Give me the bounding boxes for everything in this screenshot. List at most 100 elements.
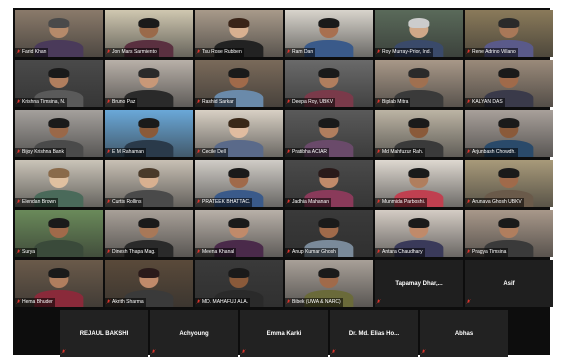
participant-tile[interactable]: Meena Khanal — [195, 210, 283, 257]
participant-tile[interactable]: Arunava Ghosh UBKV — [465, 160, 553, 207]
participant-tile[interactable]: Bibek (UWA & NARC) — [285, 260, 373, 307]
participant-name: Dinesh Thapa Mag. — [112, 249, 156, 255]
participant-name: Rashid Sarkar — [202, 99, 234, 105]
participant-tile[interactable]: Rene Adrino Villano — [465, 10, 553, 57]
participant-name-label: Deepa Roy, UBKV — [285, 98, 336, 107]
participant-tile[interactable]: Deepa Roy, UBKV — [285, 60, 373, 107]
mic-muted-icon — [106, 249, 111, 254]
mic-muted-icon — [376, 49, 381, 54]
participant-tile[interactable]: Dr. Md. Elias Ho... — [330, 310, 418, 357]
mic-muted-icon — [286, 249, 291, 254]
participant-name: Pragya Timsina — [472, 249, 507, 255]
participant-name-label: Pragya Timsina — [465, 248, 509, 257]
mic-muted-icon — [376, 149, 381, 154]
mic-muted-icon — [61, 349, 66, 354]
participant-tile[interactable]: Tapamay Dhar,... — [375, 260, 463, 307]
participant-name: Elendan Brown — [22, 199, 56, 205]
participant-tile[interactable]: Bruno Paz — [105, 60, 193, 107]
participant-tile[interactable]: Bijoy Krishna Bank — [15, 110, 103, 157]
participant-name: Arunava Ghosh UBKV — [472, 199, 522, 205]
participant-name: Bruno Paz — [112, 99, 136, 105]
participant-tile[interactable]: Curtis Rollins — [105, 160, 193, 207]
participant-name-centered: Emma Karki — [266, 330, 302, 337]
participant-tile[interactable]: Antara Chaudhary — [375, 210, 463, 257]
participant-tile[interactable]: Krishna Timsina, N. — [15, 60, 103, 107]
participant-name-label: Munmida Parboshi. — [375, 198, 428, 207]
mic-muted-icon — [466, 149, 471, 154]
participant-name-label: Farid Khan — [15, 48, 49, 57]
participant-tile[interactable]: Ram Dan — [285, 10, 373, 57]
mic-muted-icon — [421, 349, 426, 354]
participant-tile[interactable]: Tsu Rose Rubben — [195, 10, 283, 57]
participant-tile[interactable]: Dinesh Thapa Mag. — [105, 210, 193, 257]
mic-muted-icon — [106, 149, 111, 154]
participant-name-label: Bijoy Krishna Bank — [15, 148, 66, 157]
participant-name: Cecile Dell — [202, 149, 226, 155]
participant-tile[interactable]: Hema Bhuder — [15, 260, 103, 307]
participant-name-label: Arjunbash Chowdh. — [465, 148, 518, 157]
participant-name: Curtis Rollins — [112, 199, 142, 205]
mic-status — [150, 348, 159, 357]
participant-tile[interactable]: Surya — [15, 210, 103, 257]
participant-tile[interactable]: Biplab Mitra — [375, 60, 463, 107]
participant-tile[interactable]: Munmida Parboshi. — [375, 160, 463, 207]
participant-name-label: Anup Kumar Ghosh — [285, 248, 338, 257]
mic-muted-icon — [241, 349, 246, 354]
participant-name: Surya — [22, 249, 36, 255]
participant-tile[interactable]: Elendan Brown — [15, 160, 103, 207]
participant-name-centered: Achyoung — [179, 330, 209, 337]
participant-tile[interactable]: Achyoung — [150, 310, 238, 357]
participant-tile[interactable]: Akrith Sharma — [105, 260, 193, 307]
participant-tile[interactable]: Jon Mars Sarmiento — [105, 10, 193, 57]
participant-tile[interactable]: Roy Murray-Prior, Ind. — [375, 10, 463, 57]
participant-name-centered: Abhas — [454, 330, 474, 337]
mic-muted-icon — [286, 149, 291, 154]
gallery-view: Farid Khan Jon Mars Sarmiento Tsu Rose Rub… — [13, 8, 553, 357]
participant-name-label: Cecile Dell — [195, 148, 228, 157]
mic-status — [420, 348, 429, 357]
participant-tile[interactable]: Cecile Dell — [195, 110, 283, 157]
mic-muted-icon — [286, 49, 291, 54]
participant-tile[interactable]: Arjunbash Chowdh. — [465, 110, 553, 157]
participant-name: Antara Chaudhary — [382, 249, 423, 255]
participant-tile[interactable]: Emma Karki — [240, 310, 328, 357]
participant-name-label: KALYAN DAS — [465, 98, 505, 107]
participant-tile[interactable]: Pragya Timsina — [465, 210, 553, 257]
participant-tile[interactable]: PRATEEK BHATTAC. — [195, 160, 283, 207]
mic-muted-icon — [466, 49, 471, 54]
participant-name-label: Bibek (UWA & NARC) — [285, 298, 343, 307]
participant-tile[interactable]: Jadhia Mahanan — [285, 160, 373, 207]
participant-tile[interactable]: Md Mahfuzur Rah. — [375, 110, 463, 157]
participant-name: Arjunbash Chowdh. — [472, 149, 516, 155]
participant-tile[interactable]: Asif — [465, 260, 553, 307]
participant-tile[interactable]: E M Rahaman — [105, 110, 193, 157]
participant-tile[interactable]: MD. MAHAFUJ ALA. — [195, 260, 283, 307]
participant-name: MD. MAHAFUJ ALA. — [202, 299, 249, 305]
mic-muted-icon — [196, 249, 201, 254]
mic-muted-icon — [286, 99, 291, 104]
mic-muted-icon — [466, 299, 471, 304]
participant-name-label: Rashid Sarkar — [195, 98, 236, 107]
participant-name-label: Hema Bhuder — [15, 298, 55, 307]
participant-tile[interactable]: Rashid Sarkar — [195, 60, 283, 107]
participant-name: Akrith Sharma — [112, 299, 144, 305]
participant-name-label: Ram Dan — [285, 48, 316, 57]
participant-tile[interactable]: KALYAN DAS — [465, 60, 553, 107]
participant-tile[interactable]: Pratibha ACIAR — [285, 110, 373, 157]
mic-muted-icon — [331, 349, 336, 354]
participant-name-label: Elendan Brown — [15, 198, 58, 207]
participant-name-label: PRATEEK BHATTAC. — [195, 198, 253, 207]
participant-name-label: Bruno Paz — [105, 98, 138, 107]
participant-name-label: Md Mahfuzur Rah. — [375, 148, 426, 157]
participant-tile[interactable]: REJAUL BAKSHI — [60, 310, 148, 357]
mic-muted-icon — [196, 99, 201, 104]
participant-tile[interactable]: Farid Khan — [15, 10, 103, 57]
participant-name-centered: REJAUL BAKSHI — [79, 330, 129, 337]
mic-muted-icon — [16, 299, 21, 304]
mic-status — [60, 348, 69, 357]
participant-name-label: Jon Mars Sarmiento — [105, 48, 159, 57]
mic-muted-icon — [376, 299, 381, 304]
participant-name-centered: Tapamay Dhar,... — [395, 280, 443, 287]
participant-tile[interactable]: Anup Kumar Ghosh — [285, 210, 373, 257]
participant-tile[interactable]: Abhas — [420, 310, 508, 357]
